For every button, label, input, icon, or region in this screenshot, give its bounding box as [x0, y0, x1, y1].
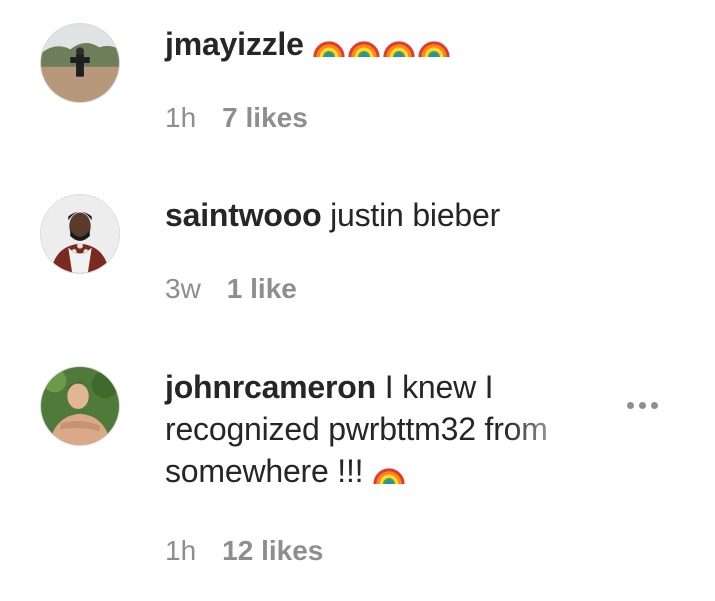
avatar[interactable]	[40, 194, 120, 274]
comment-body-line3: somewhere !!!	[165, 453, 364, 489]
comment-line: johnrcameron I knew I	[165, 366, 615, 408]
comment-text: saintwooo justin bieber	[165, 194, 500, 236]
comment-username[interactable]: johnrcameron	[165, 369, 376, 405]
comment-item: jmayizzle 1h 7 likes	[0, 0, 715, 170]
comment-item: johnrcameron I knew I recognized pwrbttm…	[0, 360, 715, 601]
comment-time[interactable]: 1h	[165, 102, 196, 133]
avatar-image	[41, 195, 119, 273]
rainbow-icon	[372, 454, 406, 485]
comment-text: jmayizzle	[165, 23, 452, 65]
comment-meta: 1h 7 likes	[165, 101, 308, 135]
comment-item: saintwooo justin bieber 3w 1 like	[0, 170, 715, 360]
text-fade-overlay	[505, 408, 625, 448]
comment-likes[interactable]: 1 like	[227, 273, 297, 304]
rainbow-icon	[312, 27, 346, 58]
comment-username[interactable]: saintwooo	[165, 197, 322, 233]
comment-time[interactable]: 1h	[165, 535, 196, 566]
avatar[interactable]	[40, 23, 120, 103]
comment-body-line2: recognized pwrbttm32 from	[165, 411, 548, 447]
comment-meta: 3w 1 like	[165, 272, 297, 306]
comment-likes[interactable]: 12 likes	[222, 535, 323, 566]
avatar-image	[41, 367, 119, 445]
comment-meta: 1h 12 likes	[165, 534, 323, 568]
dot	[639, 401, 646, 409]
comment-time[interactable]: 3w	[165, 273, 201, 304]
comment-body-line1: I knew I	[384, 369, 494, 405]
rainbow-icon	[417, 27, 451, 58]
avatar[interactable]	[40, 366, 120, 446]
comment-body: justin bieber	[330, 197, 501, 233]
rainbow-icon	[347, 27, 381, 58]
more-options-icon[interactable]	[627, 398, 667, 412]
comment-username[interactable]: jmayizzle	[165, 26, 304, 62]
dot	[627, 401, 634, 409]
rainbow-icon	[382, 27, 416, 58]
dot	[651, 401, 658, 409]
comment-likes[interactable]: 7 likes	[222, 102, 308, 133]
comment-line: somewhere !!!	[165, 450, 615, 492]
avatar-image	[41, 24, 119, 102]
